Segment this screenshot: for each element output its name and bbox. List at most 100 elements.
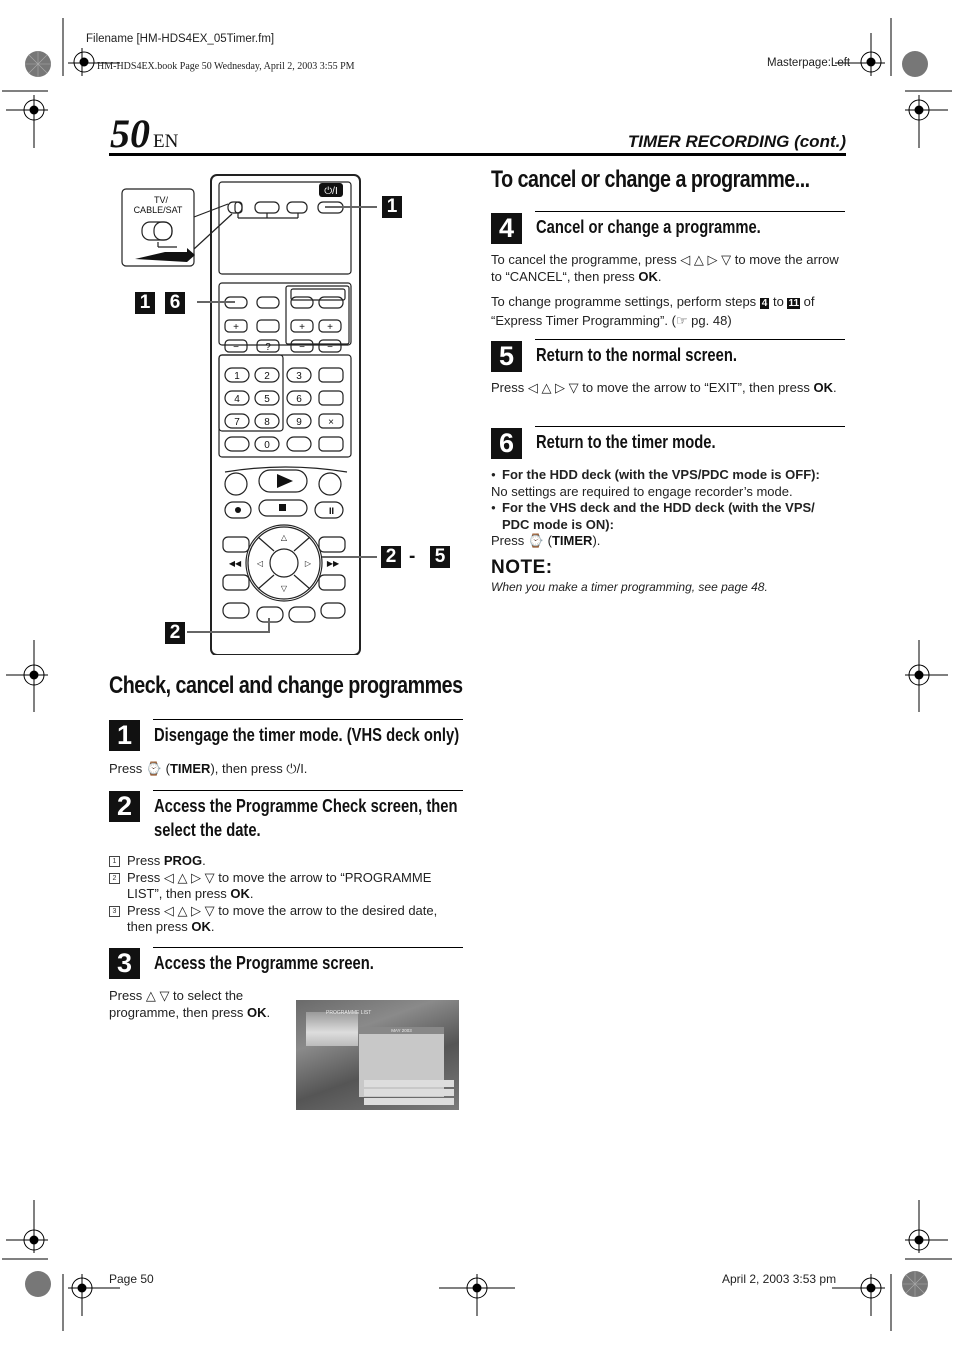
text-bold: OK	[813, 380, 833, 395]
text-fragment: to	[769, 294, 788, 309]
text-fragment: .	[249, 886, 254, 901]
text-bold: OK	[638, 268, 658, 284]
callout-step-1-power: 1	[382, 196, 402, 218]
note-text: When you make a timer programming, see p…	[491, 580, 768, 594]
step-number: 3	[109, 948, 140, 979]
substep-number: 1	[109, 856, 120, 867]
osd-programme-row	[364, 1089, 454, 1096]
bullet-hdd-off-text: No settings are required to engage recor…	[491, 483, 793, 499]
text-bold: OK	[191, 919, 211, 934]
svg-text:◀◀: ◀◀	[229, 559, 242, 568]
callout-range-dash: -	[409, 546, 416, 567]
step-rule	[535, 426, 845, 427]
text-fragment: Press ⌚ (	[491, 533, 552, 548]
step-title: Return to the normal screen.	[536, 345, 737, 365]
text-bold: OK	[230, 886, 250, 901]
text-fragment: ).	[592, 533, 601, 548]
svg-text:▽: ▽	[281, 584, 288, 593]
step-title-line-2: select the date.	[154, 820, 261, 840]
step-title: Cancel or change a programme.	[536, 217, 761, 237]
text-fragment: ), then press ⏻/I.	[210, 761, 308, 776]
print-filename: Filename [HM-HDS4EX_05Timer.fm]	[86, 33, 275, 45]
bullet-vhs-hdd-on: For the VHS deck and the HDD deck (with …	[491, 500, 845, 533]
svg-text:⏻/I: ⏻/I	[324, 186, 337, 197]
step-4-para-1: To cancel the programme, press ◁ △ ▷ ▽ t…	[491, 252, 845, 285]
callout-step-5-nav: 5	[430, 546, 450, 568]
svg-text:6: 6	[296, 394, 302, 405]
osd-header: PROGRAMME LIST	[326, 1010, 372, 1016]
svg-text:−: −	[327, 342, 333, 353]
print-footer-date: April 2, 2003 3:53 pm	[722, 1272, 837, 1286]
step-rule	[153, 790, 463, 791]
svg-text:+: +	[327, 322, 333, 333]
svg-text:3: 3	[296, 371, 302, 382]
step-rule	[535, 211, 845, 212]
callout-step-2-prog: 2	[165, 622, 185, 644]
step-number: 4	[491, 213, 522, 244]
section-title-cancel-change: To cancel or change a programme...	[491, 166, 810, 193]
svg-text:5: 5	[264, 394, 270, 405]
step-number: 5	[491, 341, 522, 372]
text-fragment: .	[266, 1004, 271, 1020]
svg-text:▶▶: ▶▶	[327, 559, 340, 568]
step-title: Access the Programme screen.	[154, 953, 374, 973]
text-bold: TIMER	[551, 533, 593, 548]
svg-text:−: −	[299, 342, 305, 353]
page-number-value: 50	[110, 111, 150, 156]
svg-text:7: 7	[234, 417, 240, 428]
substep-number: 2	[109, 872, 120, 884]
print-footer-page: Page 50	[109, 1272, 154, 1286]
text-fragment: To change programme settings, perform st…	[491, 294, 760, 309]
text-fragment: Press △ ▽ to select the programme, then …	[109, 988, 248, 1020]
step-2-substeps: 1 Press PROG. 2 Press ◁ △ ▷ ▽ to move the …	[109, 853, 463, 936]
programme-list-screen-image: PROGRAMME LIST MAY 2003	[296, 1000, 459, 1110]
remote-control-figure: ⏻/I II 1 2 3 4 5 6 7 8 9 0 + + + −? − − × △ ▽ ◁ ▷ ▶▶…	[121, 174, 377, 655]
osd-month: MAY 2003	[359, 1027, 444, 1034]
svg-text:II: II	[329, 506, 334, 516]
svg-text:×: ×	[328, 417, 334, 428]
step-rule	[153, 719, 463, 720]
text-fragment: Press	[127, 853, 164, 868]
callout-step-2-nav: 2	[381, 546, 401, 568]
svg-text:9: 9	[296, 417, 302, 428]
svg-text:8: 8	[264, 417, 270, 428]
thumbnail-image	[306, 1012, 358, 1046]
svg-text:◁: ◁	[257, 559, 264, 568]
svg-text:TV/CABLE/SAT: TV/CABLE/SAT	[134, 195, 183, 215]
text-fragment: Press ◁ △ ▷ ▽ to move the arrow to “EXIT…	[491, 380, 814, 395]
svg-text:+: +	[299, 322, 305, 333]
page-number: 50 EN	[110, 112, 178, 164]
text-bold: OK	[247, 1004, 267, 1020]
note-heading: NOTE:	[491, 557, 553, 578]
text-fragment: To cancel the programme, press ◁ △ ▷ ▽ t…	[491, 252, 839, 284]
step-number: 6	[491, 428, 522, 459]
text-fragment: Press	[109, 761, 146, 776]
step-rule	[153, 947, 463, 948]
step-title-line-1: Access the Programme Check screen, then	[154, 796, 458, 816]
callout-step-1-timer: 1	[135, 292, 155, 314]
step-number: 1	[109, 720, 140, 751]
section-title-check-cancel-change: Check, cancel and change programmes	[109, 672, 463, 699]
substep-number: 3	[109, 905, 120, 917]
svg-text:−: −	[233, 342, 239, 353]
svg-text:0: 0	[264, 440, 270, 451]
step-5-text: Press ◁ △ ▷ ▽ to move the arrow to “EXIT…	[491, 380, 845, 397]
bullet-hdd-off: For the HDD deck (with the VPS/PDC mode …	[491, 467, 845, 484]
substep: 3 Press ◁ △ ▷ ▽ to move the arrow to the …	[109, 903, 463, 936]
step-ref-badge: 4	[759, 298, 770, 309]
step-number: 2	[109, 791, 140, 822]
substep: 2 Press ◁ △ ▷ ▽ to move the arrow to “PRO…	[109, 870, 463, 903]
text-fragment: .	[202, 853, 206, 868]
osd-programme-row	[364, 1080, 454, 1087]
step-1-text: Press ⌚ (TIMER), then press ⏻/I.	[109, 761, 308, 776]
step-rule	[535, 339, 845, 340]
header-rule	[109, 153, 846, 156]
step-4-para-2: To change programme settings, perform st…	[491, 294, 845, 329]
step-title: Disengage the timer mode. (VHS deck only…	[154, 725, 460, 745]
svg-text:4: 4	[234, 394, 240, 405]
text-fragment: .	[657, 268, 662, 284]
print-masterpage: Masterpage:Left	[767, 57, 851, 69]
step-ref-badge: 11	[787, 298, 801, 309]
step-6-text: For the HDD deck (with the VPS/PDC mode …	[491, 467, 845, 550]
svg-text:1: 1	[234, 371, 240, 382]
